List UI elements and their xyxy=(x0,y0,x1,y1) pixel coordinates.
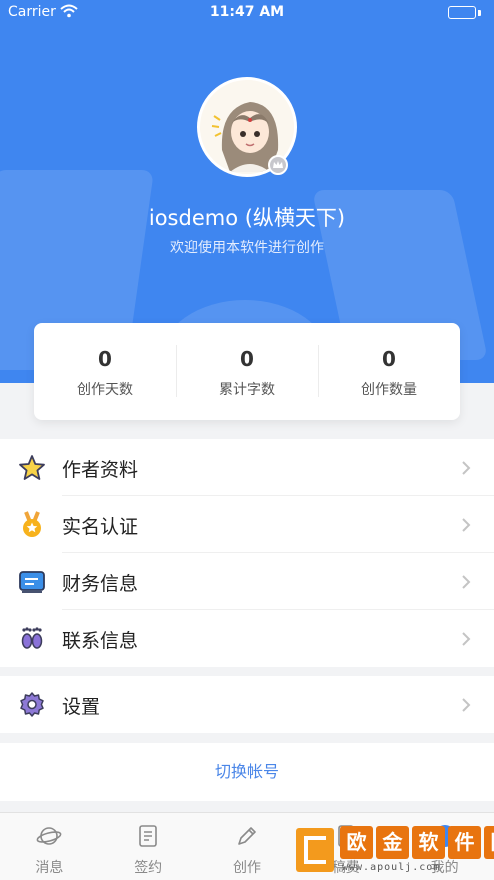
menu-label: 财务信息 xyxy=(62,573,139,595)
card-icon xyxy=(19,571,45,593)
stat-total-words: 0 累计字数 xyxy=(176,323,318,420)
gear-icon xyxy=(20,692,44,717)
chevron-right-icon xyxy=(462,698,471,712)
tab-create[interactable]: 创作 xyxy=(198,813,297,880)
medal-icon xyxy=(23,511,41,537)
clock: 11:47 AM xyxy=(209,4,285,20)
stat-label: 创作天数 xyxy=(77,382,133,398)
switch-account-button[interactable]: 切换帐号 xyxy=(0,743,494,801)
stat-value: 0 xyxy=(98,347,112,371)
contract-icon xyxy=(139,825,157,847)
menu-label: 实名认证 xyxy=(62,516,139,538)
menu-label: 联系信息 xyxy=(62,630,139,652)
stat-value: 0 xyxy=(240,347,254,371)
stat-label: 创作数量 xyxy=(361,382,417,398)
stat-label: 累计字数 xyxy=(219,382,275,398)
stat-value: 0 xyxy=(382,347,396,371)
chevron-right-icon xyxy=(462,518,471,532)
tab-label: 创作 xyxy=(232,860,261,876)
watermark-char: 软 xyxy=(412,826,445,859)
menu-item-financial-info[interactable]: 财务信息 xyxy=(0,553,494,610)
menu-item-author-profile[interactable]: 作者资料 xyxy=(0,439,494,496)
tab-messages[interactable]: 消息 xyxy=(0,813,99,880)
menu-item-settings[interactable]: 设置 xyxy=(0,676,494,733)
tab-contract[interactable]: 签约 xyxy=(99,813,198,880)
crown-badge-icon xyxy=(268,155,288,175)
footprints-icon xyxy=(21,627,43,649)
menu-item-contact-info[interactable]: 联系信息 xyxy=(0,610,494,667)
battery-icon xyxy=(448,6,476,19)
watermark-char: 园 xyxy=(484,826,494,859)
username: iosdemo (纵横天下) xyxy=(148,206,346,230)
watermark-char: 金 xyxy=(376,826,409,859)
menu-label: 设置 xyxy=(62,696,101,718)
chevron-right-icon xyxy=(462,461,471,475)
planet-icon xyxy=(36,827,62,845)
menu-label: 作者资料 xyxy=(62,459,139,481)
watermark-char: 件 xyxy=(448,826,481,859)
chevron-right-icon xyxy=(462,632,471,646)
star-icon xyxy=(19,455,45,480)
stat-creation-days: 0 创作天数 xyxy=(34,323,176,420)
welcome-text: 欢迎使用本软件进行创作 xyxy=(170,240,324,256)
watermark-url: www.apoulj.com xyxy=(342,862,441,873)
settings-section: 设置 xyxy=(0,676,494,733)
menu-item-real-name-verification[interactable]: 实名认证 xyxy=(0,496,494,553)
tab-label: 签约 xyxy=(134,860,163,876)
watermark: 欧 金 软 件 园 www.apoulj.com xyxy=(296,826,494,876)
menu-list: 作者资料 实名认证 财务信息 联系信息 xyxy=(0,439,494,667)
stat-creation-count: 0 创作数量 xyxy=(318,323,460,420)
watermark-logo-icon xyxy=(296,828,334,872)
stats-card: 0 创作天数 0 累计字数 0 创作数量 xyxy=(34,323,460,420)
status-bar: Carrier 11:47 AM xyxy=(0,0,494,26)
watermark-char: 欧 xyxy=(340,826,373,859)
chevron-right-icon xyxy=(462,575,471,589)
tab-label: 消息 xyxy=(35,860,64,876)
pen-icon xyxy=(238,827,256,845)
